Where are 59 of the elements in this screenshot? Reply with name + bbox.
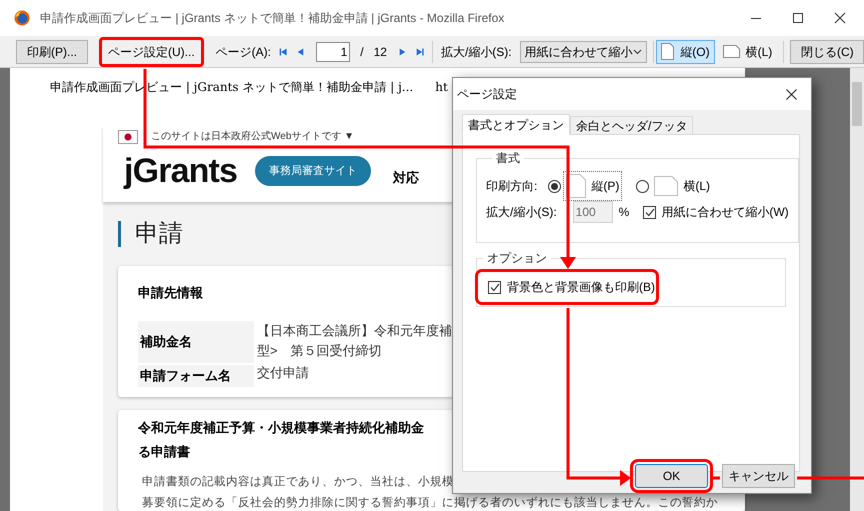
checkbox[interactable]	[488, 280, 501, 294]
page-heading: 申請	[135, 219, 183, 249]
page-icon	[654, 176, 678, 196]
radio-button[interactable]	[548, 180, 562, 192]
print-button[interactable]: 印刷(P)...	[16, 40, 88, 64]
card-title: 令和元年度補正予算・小規模事業者持続化補助金	[138, 419, 424, 437]
group-label: オプション	[486, 252, 548, 264]
nav-link[interactable]: 対応	[393, 168, 420, 188]
card-title: る申請書	[138, 443, 190, 461]
browser-logo-icon	[14, 10, 30, 26]
window-title: 申請作成画面プレビュー | jGrants ネットで簡単！補助金申請 | jGrants - Mozilla Firefox	[40, 10, 504, 27]
scrollbar-thumb[interactable]	[852, 82, 862, 126]
review-site-button[interactable]: 事務局審査サイト	[255, 156, 372, 186]
portrait-button[interactable]: 縦(O)	[656, 40, 715, 64]
page-header-title: 申請作成画面プレビュー | jGrants ネットで簡単！補助金申請 | j...	[50, 79, 414, 96]
site-notice: このサイトは日本政府公式Webサイトです ▼	[151, 130, 354, 144]
page-icon	[722, 45, 740, 58]
page-icon	[661, 43, 674, 60]
card-title: 申請先情報	[138, 284, 203, 302]
page-label: ページ(A):	[216, 44, 272, 60]
table-label-cell: 補助金名	[138, 320, 254, 362]
heading-bar	[118, 221, 121, 247]
scale-select[interactable]: 用紙に合わせて縮小	[520, 40, 647, 62]
table-value-text: 交付申請	[257, 364, 309, 382]
first-page-icon[interactable]	[279, 46, 288, 58]
page-input[interactable]: 1	[316, 42, 350, 62]
cancel-button[interactable]: キャンセル	[722, 464, 795, 488]
next-page-icon[interactable]	[398, 46, 406, 58]
close-preview-button[interactable]: 閉じる(C)	[790, 40, 864, 64]
checkbox[interactable]	[643, 206, 656, 218]
close-icon[interactable]	[834, 12, 846, 24]
radio-label[interactable]: 横(L)	[683, 177, 710, 195]
checkbox-option[interactable]: 背景色と背景画像も印刷(B)	[478, 272, 656, 302]
scrollbar[interactable]	[850, 68, 864, 511]
last-page-icon[interactable]	[416, 46, 424, 58]
close-icon[interactable]	[786, 88, 797, 100]
page-header-url: ht	[435, 79, 448, 96]
dropdown-caret-icon	[632, 48, 642, 54]
flag-icon	[118, 130, 138, 144]
scale-label: 拡大/縮小(S):	[440, 44, 512, 60]
page-count: 12	[374, 44, 387, 60]
table-value-text: 【日本商工会議所】令和元年度補	[257, 322, 452, 340]
maximize-icon[interactable]	[792, 12, 804, 24]
tab[interactable]: 余白とヘッダ/フッタ	[570, 116, 694, 135]
dialog-title: ページ設定	[457, 86, 517, 103]
orientation-label: 印刷方向:	[486, 178, 538, 195]
page-separator: /	[360, 44, 364, 60]
group-label: 書式	[495, 150, 521, 167]
body-text: 申請書類の記載内容は真正であり、かつ、当社は、小規模	[142, 474, 454, 490]
percent-label: %	[618, 204, 630, 221]
radio-button[interactable]	[636, 180, 650, 192]
checkbox-label[interactable]: 用紙に合わせて縮小(W)	[661, 203, 789, 221]
site-logo: jGrants	[124, 154, 238, 188]
tab[interactable]: 書式とオプション	[462, 114, 570, 135]
body-text: 募要領に定める「反社会的勢力排除に関する誓約事項」に掲げる者のいずれにも該当しません。この誓約か	[142, 497, 718, 510]
page-setup-button[interactable]: ページ設定(U)...	[99, 36, 204, 66]
scale-label: 拡大/縮小(S):	[486, 204, 557, 221]
table-value-text: 型> 第５回受付締切	[257, 342, 382, 360]
table-label-cell: 申請フォーム名	[138, 364, 254, 386]
